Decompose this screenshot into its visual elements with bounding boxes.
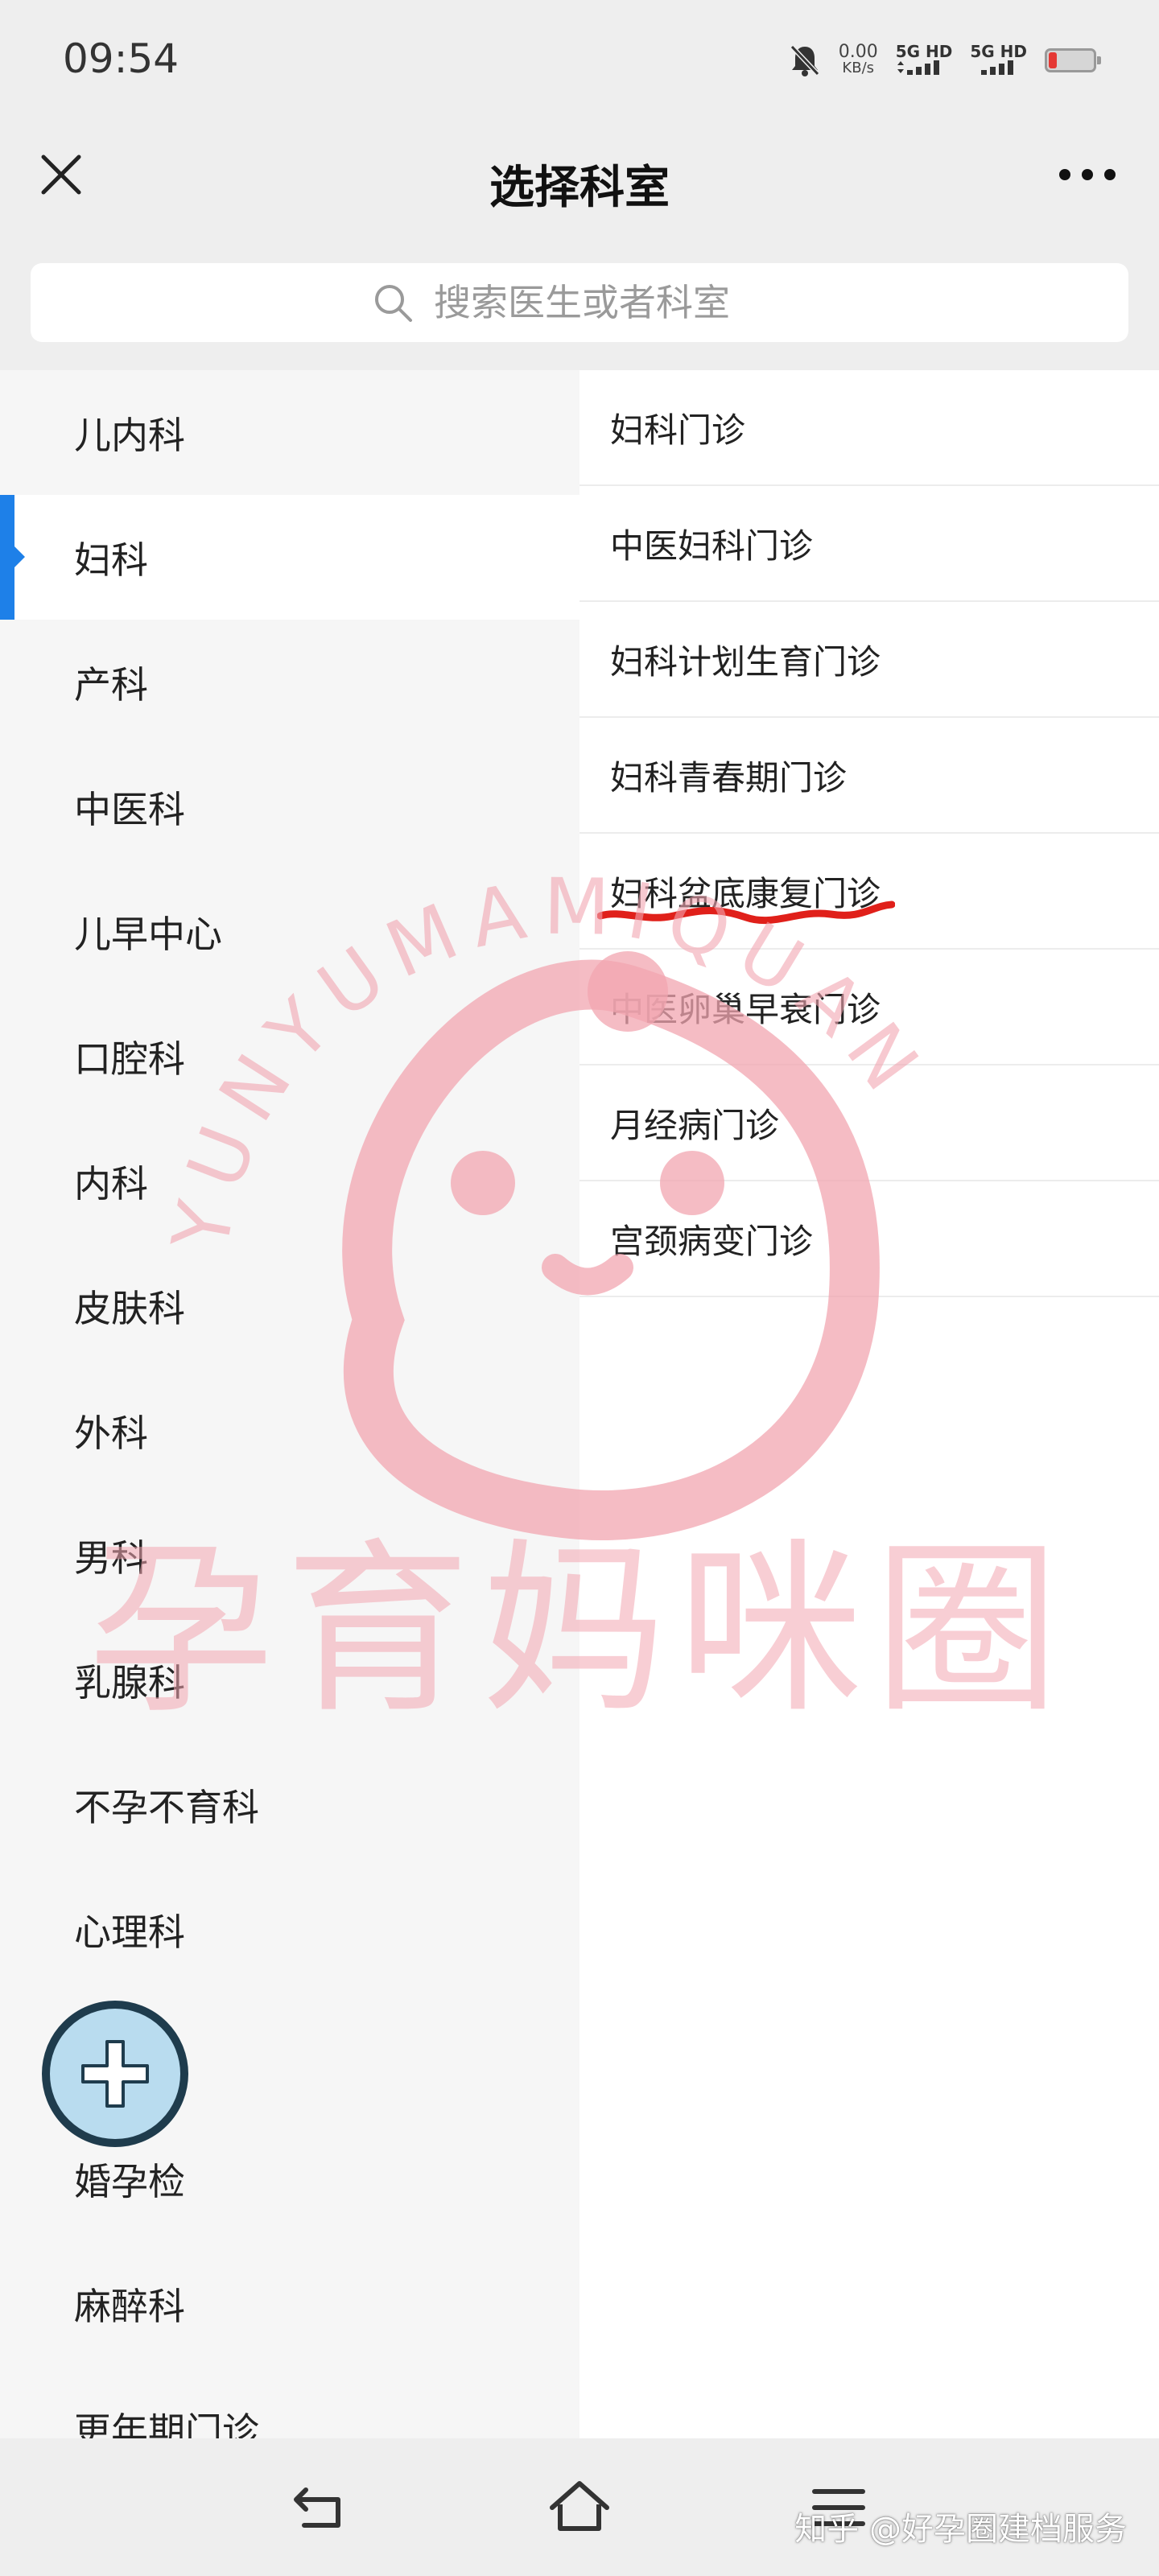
department-item[interactable]: 男科 xyxy=(0,1493,580,1618)
department-item[interactable]: 外科 xyxy=(0,1368,580,1493)
department-label: 中医科 xyxy=(74,787,185,831)
clinic-item[interactable]: 妇科计划生育门诊 xyxy=(580,602,1159,718)
net-speed-value: 0.00 xyxy=(838,42,878,62)
battery-icon xyxy=(1045,48,1101,72)
clinic-label: 妇科青春期门诊 xyxy=(610,757,848,798)
net-speed-unit: KB/s xyxy=(842,60,875,76)
signal-icon xyxy=(981,60,1014,75)
department-item[interactable]: 不孕不育科 xyxy=(0,1742,580,1867)
more-dot xyxy=(1104,169,1116,180)
clinic-item[interactable]: 中医妇科门诊 xyxy=(580,486,1159,602)
clinic-label: 中医妇科门诊 xyxy=(610,526,814,566)
clinic-label: 妇科计划生育门诊 xyxy=(610,641,881,682)
battery-level xyxy=(1049,52,1057,68)
add-button[interactable] xyxy=(42,2001,188,2147)
search-input[interactable] xyxy=(434,281,788,324)
clinic-label: 月经病门诊 xyxy=(610,1105,780,1145)
search-box[interactable] xyxy=(31,263,1128,342)
signal-icon xyxy=(897,60,939,75)
back-icon[interactable] xyxy=(288,2475,353,2540)
page-title: 选择科室 xyxy=(489,162,670,214)
department-label: 婚孕检 xyxy=(74,2159,185,2203)
department-label: 麻醉科 xyxy=(74,2284,185,2328)
department-label: 外科 xyxy=(74,1411,148,1455)
department-item[interactable]: 口腔科 xyxy=(0,994,580,1119)
more-icon[interactable] xyxy=(1059,169,1116,182)
department-item[interactable]: 皮肤科 xyxy=(0,1243,580,1368)
clinic-item[interactable]: 月经病门诊 xyxy=(580,1065,1159,1181)
search-bar xyxy=(0,245,1159,370)
sim1-label: 5G HD xyxy=(895,42,953,61)
net-speed: 0.00 KB/s xyxy=(838,42,878,76)
department-label: 乳腺科 xyxy=(74,1660,185,1704)
status-icons: 0.00 KB/s 5G HD 5G HD xyxy=(789,40,1101,80)
department-item[interactable]: 中医科 xyxy=(0,744,580,869)
clinic-label: 妇科门诊 xyxy=(610,410,746,450)
department-label: 更年期门诊 xyxy=(74,2409,259,2439)
department-label: 心理科 xyxy=(74,1910,185,1954)
active-indicator xyxy=(0,495,25,620)
department-item[interactable]: 心理科 xyxy=(0,1867,580,1992)
home-icon[interactable] xyxy=(547,2475,612,2540)
department-item[interactable]: 内科 xyxy=(0,1119,580,1243)
clinic-item[interactable]: 宫颈病变门诊 xyxy=(580,1181,1159,1297)
more-dot xyxy=(1059,169,1070,180)
department-label: 产科 xyxy=(74,662,148,707)
department-label: 妇科 xyxy=(74,538,148,582)
department-item[interactable]: 更年期门诊 xyxy=(0,2366,580,2439)
clinic-item[interactable]: 中医卵巢早衰门诊 xyxy=(580,950,1159,1065)
department-label: 口腔科 xyxy=(74,1037,185,1081)
clinic-label: 中医卵巢早衰门诊 xyxy=(610,989,881,1029)
status-bar: 09:54 0.00 KB/s 5G HD 5G HD xyxy=(0,0,1159,121)
sim2-label: 5G HD xyxy=(970,42,1027,61)
search-icon xyxy=(375,285,412,322)
department-item-active[interactable]: 妇科 xyxy=(0,495,580,620)
plus-icon xyxy=(81,2040,149,2108)
clinic-item[interactable]: 妇科青春期门诊 xyxy=(580,718,1159,834)
bell-off-icon xyxy=(790,44,819,76)
department-label: 内科 xyxy=(74,1161,148,1206)
system-nav-bar: 知乎 @好孕圈建档服务 xyxy=(0,2438,1159,2576)
credit-watermark: 知乎 @好孕圈建档服务 xyxy=(794,2511,1127,2548)
department-label: 儿早中心 xyxy=(74,912,222,956)
sim1-signal: 5G HD xyxy=(895,42,953,78)
clinic-list[interactable]: 妇科门诊 中医妇科门诊 妇科计划生育门诊 妇科青春期门诊 妇科盆底康复门诊 中医… xyxy=(580,370,1159,2438)
department-item[interactable]: 儿内科 xyxy=(0,370,580,495)
sim2-signal: 5G HD xyxy=(970,43,1027,78)
nav-bar: 选择科室 xyxy=(0,121,1159,245)
status-time: 09:54 xyxy=(63,35,179,82)
department-item[interactable]: 儿早中心 xyxy=(0,869,580,994)
department-item[interactable]: 产科 xyxy=(0,620,580,744)
department-item[interactable]: 麻醉科 xyxy=(0,2241,580,2366)
department-item[interactable]: 乳腺科 xyxy=(0,1618,580,1742)
clinic-item[interactable]: 妇科门诊 xyxy=(580,370,1159,486)
more-dot xyxy=(1082,169,1093,180)
red-underline-annotation xyxy=(597,901,895,925)
clinic-label: 宫颈病变门诊 xyxy=(610,1221,814,1261)
department-label: 不孕不育科 xyxy=(74,1785,259,1829)
department-label: 儿内科 xyxy=(74,413,185,457)
department-label: 皮肤科 xyxy=(74,1286,185,1330)
department-label: 男科 xyxy=(74,1535,148,1580)
